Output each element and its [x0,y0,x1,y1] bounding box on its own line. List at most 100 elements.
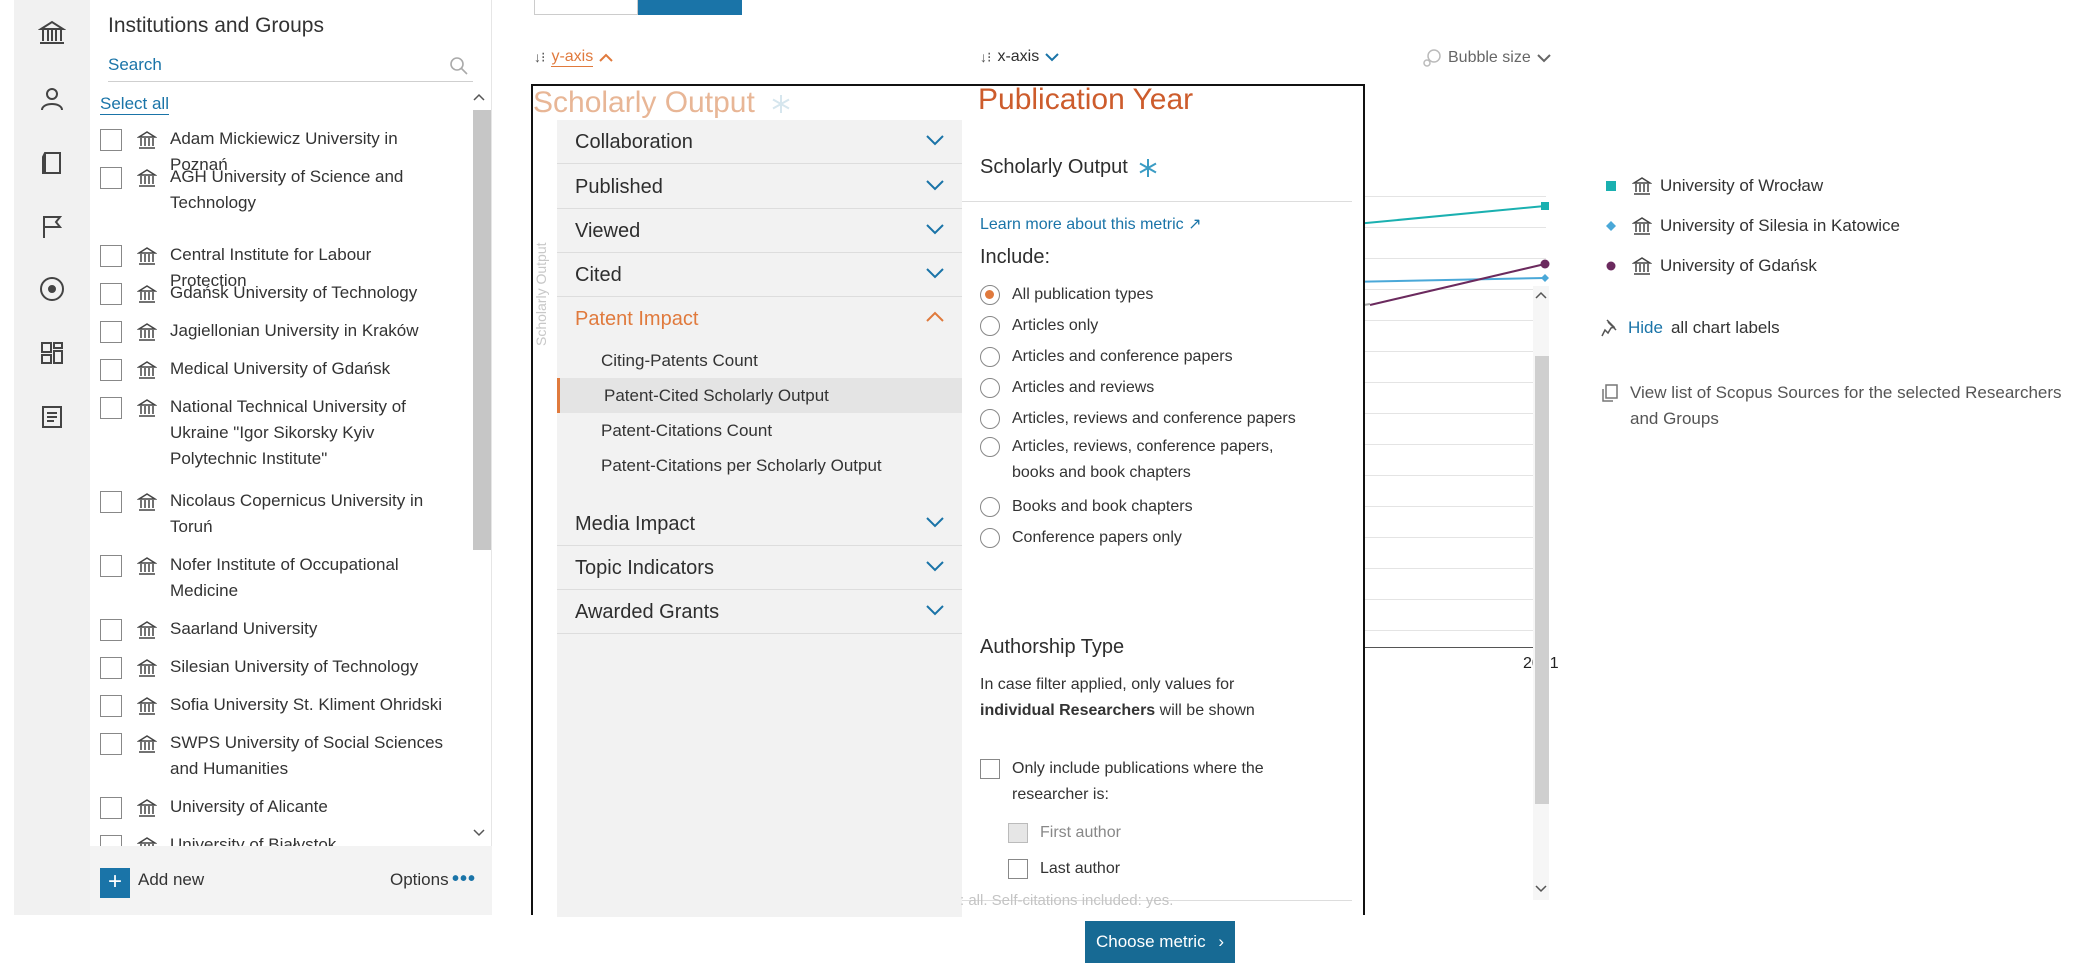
checkbox[interactable] [100,733,122,755]
detail-scrollbar[interactable] [1533,286,1549,900]
radio-button[interactable] [980,528,1000,548]
checkbox[interactable] [100,695,122,717]
radio-button[interactable] [980,437,1000,457]
view-sources-link[interactable]: View list of Scopus Sources for the sele… [1600,380,2070,432]
checkbox[interactable] [980,759,1000,779]
chevron-down-icon[interactable] [926,223,944,235]
institution-list-item[interactable]: SWPS University of Social Sciences and H… [100,730,450,782]
institution-list-item[interactable]: University of Alicante [100,794,450,820]
metric-option[interactable]: Patent-Citations Count [557,413,962,448]
publication-type-radio[interactable]: Articles only [980,313,1310,339]
institution-icon[interactable] [14,2,90,64]
checkbox[interactable] [100,245,122,267]
y-axis-label[interactable]: y-axis [551,48,594,67]
institution-list-item[interactable]: AGH University of Science and Technology [100,164,450,216]
publication-type-radio[interactable]: Articles and reviews [980,375,1310,401]
target-icon[interactable] [14,258,90,320]
chevron-down-icon[interactable] [926,134,944,146]
choose-metric-button[interactable]: Choose metric › [1085,921,1235,963]
scrollbar-thumb[interactable] [473,110,491,550]
only-include-checkbox-row[interactable]: Only include publications where the rese… [980,756,1300,808]
institution-list-item[interactable]: Saarland University [100,616,450,642]
chevron-down-icon[interactable] [926,267,944,279]
checkbox[interactable] [100,283,122,305]
institution-list-item[interactable]: Nicolaus Copernicus University in Toruń [100,488,450,540]
scroll-down-icon[interactable] [473,828,485,838]
publication-type-radio[interactable]: Books and book chapters [980,494,1310,520]
chevron-down-icon[interactable] [926,516,944,528]
checkbox[interactable] [100,619,122,641]
checkbox[interactable] [1008,859,1028,879]
last-author-checkbox-row[interactable]: Last author [1008,856,1120,882]
first-author-checkbox-row[interactable]: First author [1008,820,1121,846]
publication-icon[interactable] [14,132,90,194]
legend-item[interactable]: University of Silesia in Katowice [1606,216,1900,236]
metric-option[interactable]: Patent-Cited Scholarly Output [557,378,962,413]
institution-list-item[interactable]: Sofia University St. Kliment Ohridski [100,692,450,718]
flag-icon[interactable] [14,196,90,258]
chevron-up-icon[interactable] [926,311,944,323]
more-options-icon[interactable]: ••• [452,868,476,891]
scrollbar-thumb[interactable] [1535,356,1549,804]
metric-category[interactable]: Media Impact [557,502,962,546]
institution-list-item[interactable]: National Technical University of Ukraine… [100,394,450,472]
search-input[interactable]: Search [108,54,473,82]
bubble-size-selector[interactable]: Bubble size [1422,48,1551,68]
checkbox[interactable] [100,657,122,679]
add-new-label[interactable]: Add new [138,870,204,890]
publication-type-radio[interactable]: Articles, reviews and conference papers [980,406,1310,432]
checkbox[interactable] [1008,823,1028,843]
checkbox[interactable] [100,797,122,819]
checkbox[interactable] [100,167,122,189]
radio-button[interactable] [980,497,1000,517]
publication-type-radio[interactable]: Conference papers only [980,525,1310,551]
series-point-silesia[interactable] [1541,274,1549,282]
publication-type-radio[interactable]: Articles, reviews, conference papers, bo… [980,434,1310,486]
bubble-size-label[interactable]: Bubble size [1448,49,1531,67]
radio-button[interactable] [980,285,1000,305]
series-point-wroclaw[interactable] [1541,202,1549,210]
tab-active[interactable] [638,0,742,15]
metric-category[interactable]: Viewed [557,209,962,253]
scroll-up-icon[interactable] [473,92,485,102]
metric-category[interactable]: Collaboration [557,120,962,164]
radio-button[interactable] [980,347,1000,367]
chevron-up-icon[interactable] [599,53,613,63]
scroll-up-icon[interactable] [1535,290,1547,300]
x-axis-selector[interactable]: ↓⁝ x-axis [980,48,1059,66]
metric-option[interactable]: Citing-Patents Count [557,343,962,378]
scroll-down-icon[interactable] [1535,884,1547,894]
add-new-button[interactable]: + [100,868,130,898]
metric-category[interactable]: Published [557,165,962,209]
chevron-down-icon[interactable] [926,604,944,616]
institution-list-item[interactable]: Silesian University of Technology [100,654,450,680]
checkbox[interactable] [100,359,122,381]
publication-type-radio[interactable]: Articles and conference papers [980,344,1310,370]
select-all-link[interactable]: Select all [100,94,169,115]
researcher-icon[interactable] [14,68,90,130]
institution-list-item[interactable]: Gdańsk University of Technology [100,280,450,306]
y-axis-selector[interactable]: ↓⁝ y-axis [534,48,613,67]
hide-labels-link[interactable]: Hide [1628,318,1663,338]
metric-category[interactable]: Patent Impact [557,297,962,341]
document-icon[interactable] [14,386,90,448]
legend-item[interactable]: University of Wrocław [1606,176,1823,196]
learn-more-link[interactable]: Learn more about this metric ↗ [980,214,1202,234]
chevron-down-icon[interactable] [926,179,944,191]
dashboard-icon[interactable] [14,322,90,384]
options-button[interactable]: Options [390,870,449,890]
institution-list-item[interactable]: Nofer Institute of Occupational Medicine [100,552,450,604]
chevron-down-icon[interactable] [926,560,944,572]
legend-item[interactable]: University of Gdańsk [1606,256,1817,276]
checkbox[interactable] [100,555,122,577]
metric-category[interactable]: Cited [557,253,962,297]
radio-button[interactable] [980,378,1000,398]
institution-list-item[interactable]: Jagiellonian University in Kraków [100,318,450,344]
chevron-down-icon[interactable] [1045,52,1059,62]
metric-option[interactable]: Patent-Citations per Scholarly Output [557,448,962,483]
checkbox[interactable] [100,397,122,419]
checkbox[interactable] [100,491,122,513]
metric-category[interactable]: Topic Indicators [557,546,962,590]
publication-type-radio[interactable]: All publication types [980,282,1310,308]
chevron-down-icon[interactable] [1537,53,1551,63]
